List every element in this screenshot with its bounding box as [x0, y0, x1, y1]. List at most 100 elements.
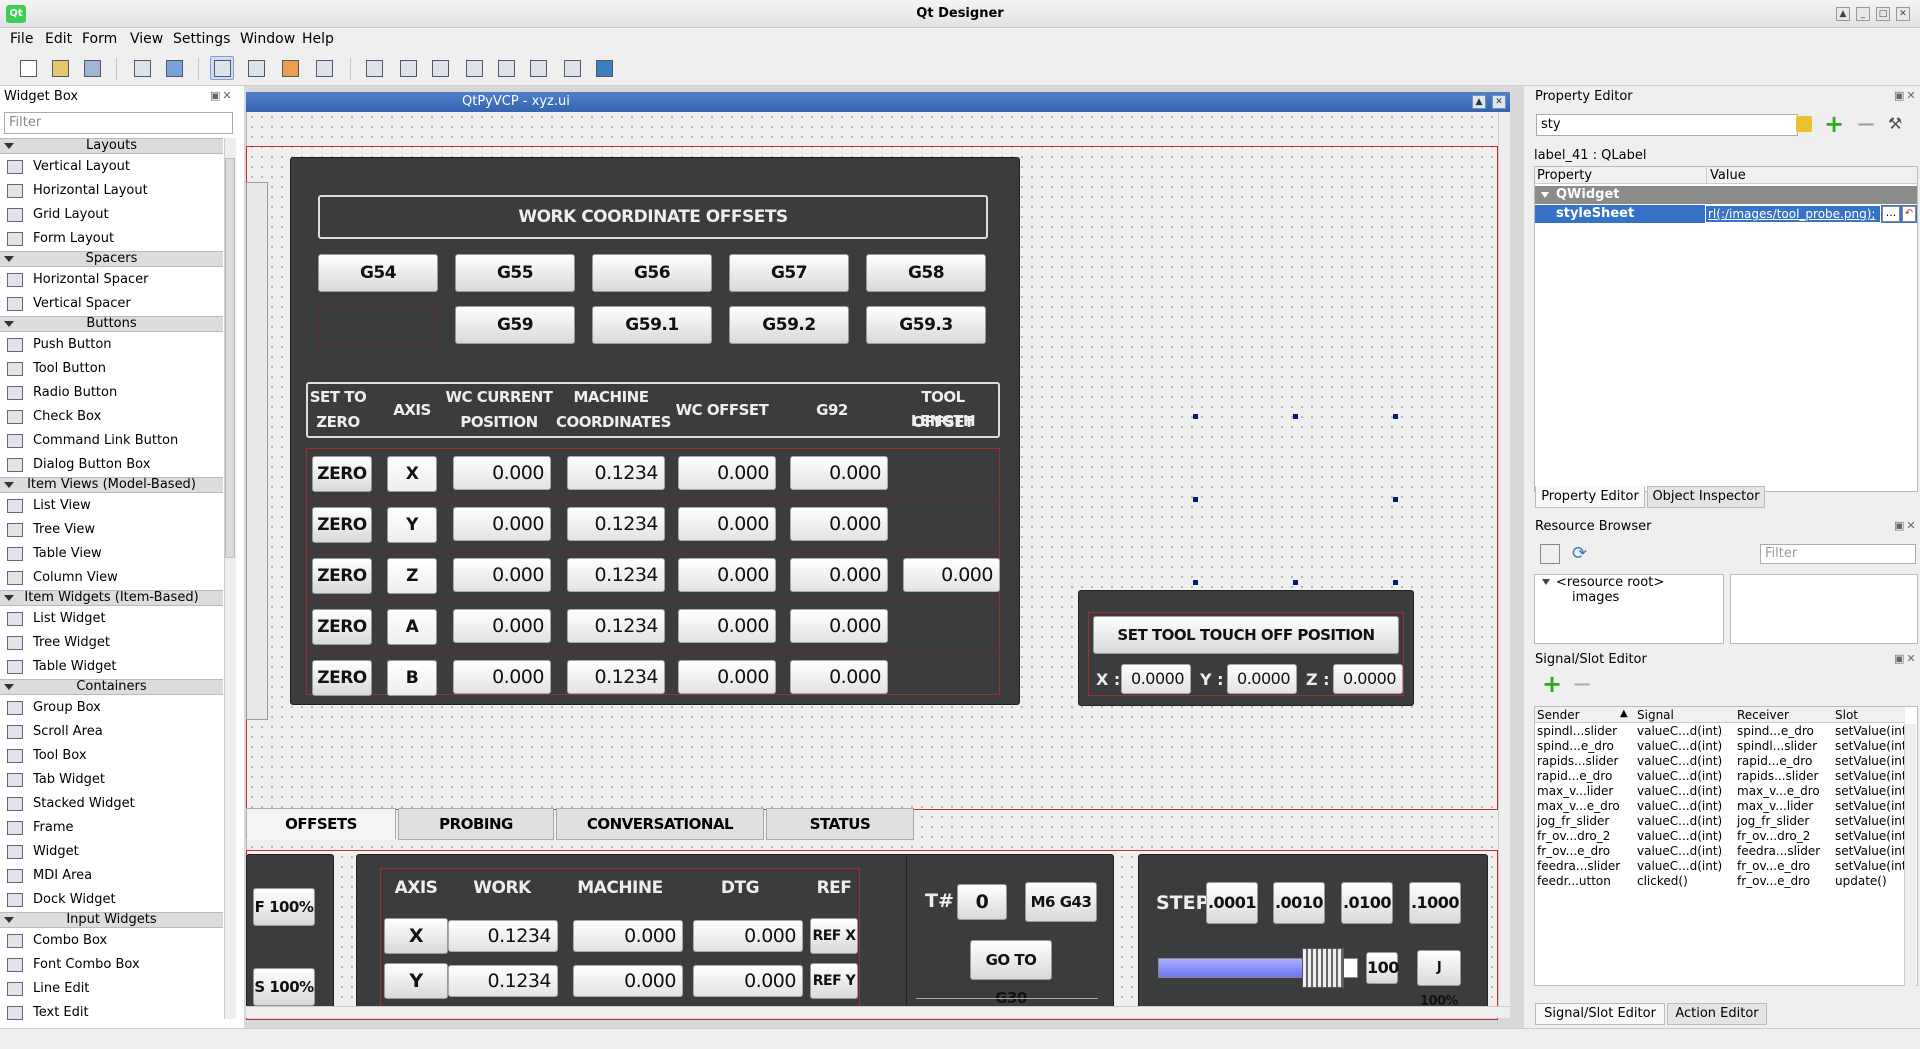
- jog-slider-thumb[interactable]: [1302, 948, 1344, 988]
- widget-item[interactable]: Frame: [0, 816, 223, 840]
- window-close-button[interactable]: ✕: [1896, 7, 1910, 21]
- step-1000-button[interactable]: .1000: [1409, 882, 1461, 924]
- stylesheet-value-field[interactable]: rl(:/images/tool_probe.png);: [1705, 205, 1881, 223]
- collapse-arrow-icon[interactable]: [4, 256, 14, 262]
- step-0001-button[interactable]: .0001: [1206, 882, 1258, 924]
- widget-item[interactable]: MDI Area: [0, 864, 223, 888]
- window-up-icon[interactable]: ▲: [1836, 7, 1850, 21]
- connection-row[interactable]: fr_ov...e_dro valueC...d(int) feedra...sli…: [1534, 844, 1914, 859]
- touch-x-field[interactable]: 0.0000: [1121, 664, 1191, 694]
- zero-b-button[interactable]: ZERO: [312, 660, 372, 696]
- widget-item[interactable]: Table Widget: [0, 655, 223, 679]
- form-vertical-scrollbar[interactable]: [1498, 112, 1510, 1006]
- widget-item[interactable]: Horizontal Layout: [0, 179, 223, 203]
- jog-rate-button[interactable]: J 100%: [1417, 950, 1461, 1009]
- lay-out-horizontally-icon[interactable]: [362, 56, 386, 80]
- selection-handle[interactable]: [1193, 580, 1198, 585]
- widget-item[interactable]: Tree Widget: [0, 631, 223, 655]
- widget-item[interactable]: Dock Widget: [0, 888, 223, 912]
- connection-row[interactable]: max_v...e_dro valueC...d(int) max_v...lide…: [1534, 799, 1914, 814]
- send-to-back-icon[interactable]: [130, 56, 154, 80]
- menu-view[interactable]: View: [130, 31, 163, 47]
- widget-category-0[interactable]: Layouts: [0, 138, 223, 154]
- widget-item[interactable]: Line Edit: [0, 977, 223, 1001]
- collapse-arrow-icon[interactable]: [4, 321, 14, 327]
- selection-handle[interactable]: [1393, 414, 1398, 419]
- widget-filter-input[interactable]: Filter: [4, 112, 233, 134]
- zero-y-button[interactable]: ZERO: [312, 507, 372, 543]
- window-maximize-button[interactable]: □: [1876, 7, 1890, 21]
- widget-item[interactable]: Tool Box: [0, 744, 223, 768]
- new-form-icon[interactable]: [16, 56, 40, 80]
- tool-number-field[interactable]: 0: [957, 884, 1007, 920]
- g59-1-button[interactable]: G59.1: [592, 306, 712, 344]
- reload-resources-icon[interactable]: ⟳: [1572, 544, 1592, 564]
- connections-scrollbar[interactable]: [1904, 724, 1916, 986]
- g59-3-button[interactable]: G59.3: [866, 306, 986, 344]
- spindle-override-button[interactable]: S 100%: [253, 968, 315, 1006]
- selection-handle[interactable]: [1293, 580, 1298, 585]
- clear-filter-icon[interactable]: [1796, 116, 1812, 132]
- tab-offsets[interactable]: OFFSETS: [246, 808, 396, 840]
- widget-category-5[interactable]: Containers: [0, 679, 223, 695]
- property-search-input[interactable]: sty: [1536, 114, 1798, 136]
- form-window-close-button[interactable]: ✕: [1492, 95, 1506, 109]
- collapse-arrow-icon[interactable]: [4, 684, 14, 690]
- g57-button[interactable]: G57: [729, 254, 849, 292]
- widget-item[interactable]: Column View: [0, 566, 223, 590]
- open-form-icon[interactable]: [48, 56, 72, 80]
- m6-g43-button[interactable]: M6 G43: [1025, 882, 1097, 922]
- connection-row[interactable]: feedra...slider valueC...d(int) fr_ov...e_…: [1534, 859, 1914, 874]
- form-horizontal-scrollbar[interactable]: [246, 1006, 1510, 1018]
- widget-category-3[interactable]: Item Views (Model-Based): [0, 477, 223, 493]
- menu-help[interactable]: Help: [302, 31, 334, 47]
- edit-signals-slots-icon[interactable]: [244, 56, 268, 80]
- connection-row[interactable]: rapids...slider valueC...d(int) rapid...e_…: [1534, 754, 1914, 769]
- g58-button[interactable]: G58: [866, 254, 986, 292]
- widget-category-1[interactable]: Spacers: [0, 251, 223, 267]
- touch-y-field[interactable]: 0.0000: [1227, 664, 1297, 694]
- connection-row[interactable]: rapid...e_dro valueC...d(int) rapids...sli…: [1534, 769, 1914, 784]
- resource-images-item[interactable]: images: [1572, 590, 1619, 605]
- go-to-g30-button[interactable]: GO TO G30: [970, 940, 1052, 1007]
- collapse-arrow-icon[interactable]: [1542, 579, 1550, 585]
- widget-item[interactable]: Stacked Widget: [0, 792, 223, 816]
- collapse-arrow-icon[interactable]: [4, 917, 14, 923]
- window-minimize-button[interactable]: _: [1856, 7, 1870, 21]
- resource-root-item[interactable]: <resource root>: [1556, 575, 1664, 590]
- lay-out-vertical-splitter-icon[interactable]: [462, 56, 486, 80]
- form-window-restore-button[interactable]: ▲: [1472, 95, 1486, 109]
- widget-item[interactable]: Vertical Spacer: [0, 292, 223, 316]
- set-tool-touch-off-button[interactable]: SET TOOL TOUCH OFF POSITION: [1093, 616, 1399, 654]
- lay-out-vertically-icon[interactable]: [396, 56, 420, 80]
- zero-x-button[interactable]: ZERO: [312, 456, 372, 492]
- widget-box-scroll-thumb[interactable]: [225, 158, 235, 558]
- selection-handle[interactable]: [1293, 414, 1298, 419]
- edit-resources-icon[interactable]: [1540, 544, 1560, 564]
- widget-item[interactable]: Tree View: [0, 518, 223, 542]
- widget-category-2[interactable]: Buttons: [0, 316, 223, 332]
- edit-tab-order-icon[interactable]: [312, 56, 336, 80]
- collapse-arrow-icon[interactable]: [1541, 192, 1549, 198]
- selection-handle[interactable]: [1193, 414, 1198, 419]
- save-form-icon[interactable]: [80, 56, 104, 80]
- widget-item[interactable]: Scroll Area: [0, 720, 223, 744]
- reset-property-icon[interactable]: ↶: [1902, 206, 1916, 222]
- widget-category-4[interactable]: Item Widgets (Item-Based): [0, 590, 223, 606]
- feed-override-button[interactable]: F 100%: [253, 888, 315, 926]
- connection-row[interactable]: fr_ov...dro_2 valueC...d(int) fr_ov...dro_…: [1534, 829, 1914, 844]
- dock-float-close-icon[interactable]: ▣✕: [210, 89, 234, 102]
- widget-item[interactable]: List View: [0, 494, 223, 518]
- widget-item[interactable]: Tool Button: [0, 357, 223, 381]
- remove-property-icon[interactable]: −: [1856, 112, 1876, 136]
- g54-button[interactable]: G54: [318, 254, 438, 292]
- widget-item[interactable]: Command Link Button: [0, 429, 223, 453]
- edit-stylesheet-button[interactable]: ...: [1882, 206, 1900, 222]
- widget-item[interactable]: Form Layout: [0, 227, 223, 251]
- widget-item[interactable]: Font Combo Box: [0, 953, 223, 977]
- widget-item[interactable]: Horizontal Spacer: [0, 268, 223, 292]
- connection-row[interactable]: max_v...lider valueC...d(int) max_v...e_dr…: [1534, 784, 1914, 799]
- menu-file[interactable]: File: [10, 31, 33, 47]
- remove-connection-icon[interactable]: −: [1572, 672, 1592, 696]
- edit-widgets-icon[interactable]: [210, 56, 234, 80]
